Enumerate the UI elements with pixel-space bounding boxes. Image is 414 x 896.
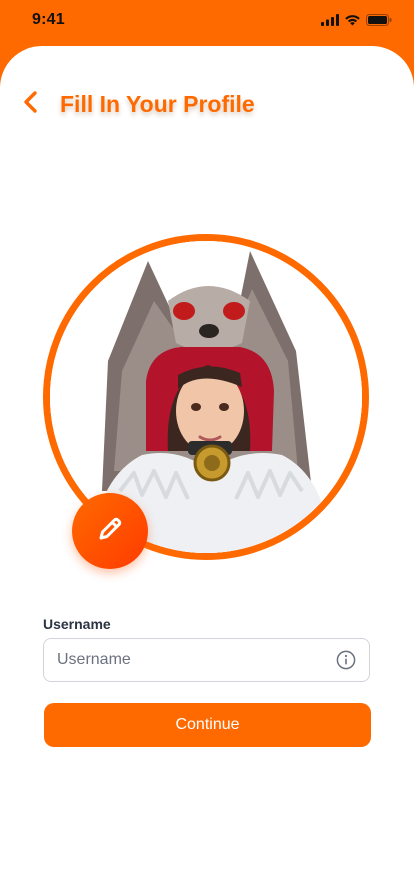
edit-avatar-button[interactable] xyxy=(72,493,148,569)
info-icon[interactable] xyxy=(335,649,357,671)
pencil-icon xyxy=(95,514,125,549)
username-field xyxy=(43,638,370,682)
username-input[interactable] xyxy=(57,651,335,669)
status-bar: 9:41 xyxy=(0,0,414,46)
header: Fill In Your Profile xyxy=(22,88,255,120)
username-label: Username xyxy=(43,616,111,632)
back-button[interactable] xyxy=(22,88,44,120)
continue-button[interactable]: Continue xyxy=(44,703,371,747)
status-time: 9:41 xyxy=(32,11,65,28)
chevron-left-icon xyxy=(22,90,38,119)
status-icons xyxy=(321,14,392,26)
signal-icon xyxy=(321,14,339,26)
wifi-icon xyxy=(344,14,361,26)
page-title: Fill In Your Profile xyxy=(60,90,255,117)
profile-setup-screen: 9:41 Fill In Your Profile Username Usern… xyxy=(0,0,414,896)
battery-icon xyxy=(366,14,392,26)
